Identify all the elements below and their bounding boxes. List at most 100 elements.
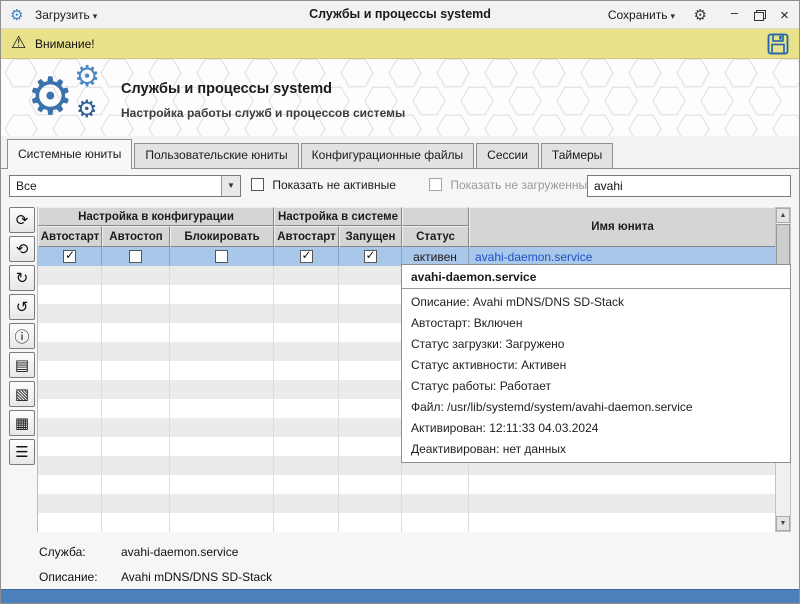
titlebar: ⚙ Загрузить▾ Службы и процессы systemd С…	[1, 1, 799, 29]
diskette-icon	[767, 33, 789, 55]
autostart-cfg-checkbox[interactable]	[63, 250, 76, 263]
minimize-button[interactable]: –	[722, 1, 747, 29]
chevron-down-icon: ▾	[670, 11, 675, 21]
revert-icon: ⟲	[16, 240, 29, 258]
search-input[interactable]	[587, 175, 791, 197]
hexagon-pattern	[1, 59, 799, 136]
tab-system-units[interactable]: Системные юниты	[7, 139, 132, 169]
unit-tooltip: avahi-daemon.service Описание: Avahi mDN…	[401, 264, 791, 463]
tab-bar: Системные юниты Пользовательские юниты К…	[1, 136, 799, 168]
running-sys-checkbox[interactable]	[364, 250, 377, 263]
description-value: Avahi mDNS/DNS SD-Stack	[121, 570, 272, 584]
warning-bar: ⚠ Внимание!	[1, 29, 799, 59]
bottom-bar	[1, 589, 799, 603]
description-label: Описание:	[39, 570, 98, 584]
group-header-config[interactable]: Настройка в конфигурации	[38, 207, 274, 226]
autostop-cfg-checkbox[interactable]	[129, 250, 142, 263]
load-menu-button[interactable]: Загрузить▾	[29, 5, 103, 25]
app-window: ⚙ Загрузить▾ Службы и процессы systemd С…	[0, 0, 800, 604]
scroll-down-icon: ▼	[780, 520, 787, 527]
app-logo: ⚙ ⚙ ⚙	[27, 61, 117, 135]
main-panel: Все ▼ Показать не активные Показать не з…	[1, 168, 799, 591]
hero-header: ⚙ ⚙ ⚙ Службы и процессы systemd Настройк…	[1, 59, 799, 136]
window-controls: – ×	[722, 1, 797, 29]
column-header-running-sys[interactable]: Запущен	[339, 226, 402, 247]
gear-icon: ⚙	[27, 67, 74, 127]
column-header-unit-name[interactable]: Имя юнита	[469, 207, 776, 247]
close-button[interactable]: ×	[772, 1, 797, 29]
group-header-blank	[402, 207, 469, 226]
tooltip-run-status: Статус работы: Работает	[402, 376, 790, 397]
tooltip-file-path: Файл: /usr/lib/systemd/system/avahi-daem…	[402, 397, 790, 418]
list-icon: ☰	[15, 443, 28, 461]
select-arrow-icon[interactable]: ▼	[221, 176, 240, 196]
app-icon: ⚙	[10, 6, 23, 24]
tooltip-load-status: Статус загрузки: Загружено	[402, 334, 790, 355]
tab-config-files[interactable]: Конфигурационные файлы	[301, 143, 474, 168]
info-button[interactable]: ⓘ	[9, 323, 35, 349]
info-icon: ⓘ	[14, 326, 29, 347]
settings-gear-icon[interactable]: ⚙	[694, 6, 707, 24]
group-header-system[interactable]: Настройка в системе	[274, 207, 402, 226]
column-header-autostart-sys[interactable]: Автостарт	[274, 226, 339, 247]
redo-icon: ↻	[16, 269, 29, 287]
unit-name-link[interactable]: avahi-daemon.service	[475, 250, 592, 264]
tooltip-deactivated: Деактивирован: нет данных	[402, 439, 790, 460]
service-label: Служба:	[39, 545, 86, 559]
tab-user-units[interactable]: Пользовательские юниты	[134, 143, 298, 168]
scroll-up-button[interactable]: ▲	[776, 208, 790, 223]
save-menu-label: Сохранить	[608, 8, 668, 22]
column-header-status[interactable]: Статус	[402, 226, 469, 247]
column-header-autostart-cfg[interactable]: Автостарт	[38, 226, 102, 247]
refresh-icon: ⟳	[16, 211, 29, 229]
undo-button[interactable]: ↺	[9, 294, 35, 320]
gear-icon: ⚙	[76, 95, 98, 124]
side-toolbar: ⟳ ⟲ ↻ ↺ ⓘ ▤ ▧ ▦ ☰	[9, 207, 35, 465]
scroll-up-icon: ▲	[780, 212, 787, 219]
show-unloaded-label: Показать не загруженные	[450, 178, 593, 192]
file-icon: ▤	[15, 356, 29, 374]
refresh-button[interactable]: ⟳	[9, 207, 35, 233]
warning-label: Внимание!	[35, 37, 95, 51]
load-menu-label: Загрузить	[35, 8, 90, 22]
table-header: Настройка в конфигурации Настройка в сис…	[38, 207, 776, 247]
save-disk-button[interactable]	[767, 33, 789, 58]
unit-filter-select[interactable]: Все ▼	[9, 175, 241, 197]
column-header-block-cfg[interactable]: Блокировать	[170, 226, 274, 247]
close-icon: ×	[780, 7, 789, 24]
column-header-autostop-cfg[interactable]: Автостоп	[102, 226, 170, 247]
gear-icon: ⚙	[74, 59, 100, 94]
table-row[interactable]	[38, 513, 776, 532]
redo-button[interactable]: ↻	[9, 265, 35, 291]
block-cfg-checkbox[interactable]	[215, 250, 228, 263]
show-unloaded-checkbox[interactable]: Показать не загруженные	[429, 178, 594, 192]
unit-filter-value: Все	[16, 179, 37, 193]
file-button[interactable]: ▤	[9, 352, 35, 378]
minimize-icon: –	[731, 5, 738, 20]
tooltip-activated: Активирован: 12:11:33 04.03.2024	[402, 418, 790, 439]
show-inactive-checkbox[interactable]: Показать не активные	[251, 178, 396, 192]
checkbox-box[interactable]	[251, 178, 264, 191]
journal-icon: ▦	[15, 414, 29, 432]
tab-timers[interactable]: Таймеры	[541, 143, 613, 168]
revert-button[interactable]: ⟲	[9, 236, 35, 262]
config-file-button[interactable]: ▧	[9, 381, 35, 407]
checkbox-box[interactable]	[429, 178, 442, 191]
save-menu-button[interactable]: Сохранить▾	[602, 5, 681, 25]
list-button[interactable]: ☰	[9, 439, 35, 465]
undo-icon: ↺	[16, 298, 29, 316]
tab-sessions[interactable]: Сессии	[476, 143, 539, 168]
warning-icon: ⚠	[11, 33, 26, 53]
journal-button[interactable]: ▦	[9, 410, 35, 436]
autostart-sys-checkbox[interactable]	[300, 250, 313, 263]
restore-button[interactable]	[747, 1, 772, 29]
table-row[interactable]	[38, 475, 776, 494]
scroll-down-button[interactable]: ▼	[776, 516, 790, 531]
show-inactive-label: Показать не активные	[272, 178, 396, 192]
page-subtitle: Настройка работы служб и процессов систе…	[121, 106, 405, 120]
chevron-down-icon: ▾	[93, 11, 98, 21]
table-row[interactable]	[38, 494, 776, 513]
restore-icon	[754, 10, 766, 21]
tooltip-autostart: Автостарт: Включен	[402, 313, 790, 334]
tooltip-active-status: Статус активности: Активен	[402, 355, 790, 376]
